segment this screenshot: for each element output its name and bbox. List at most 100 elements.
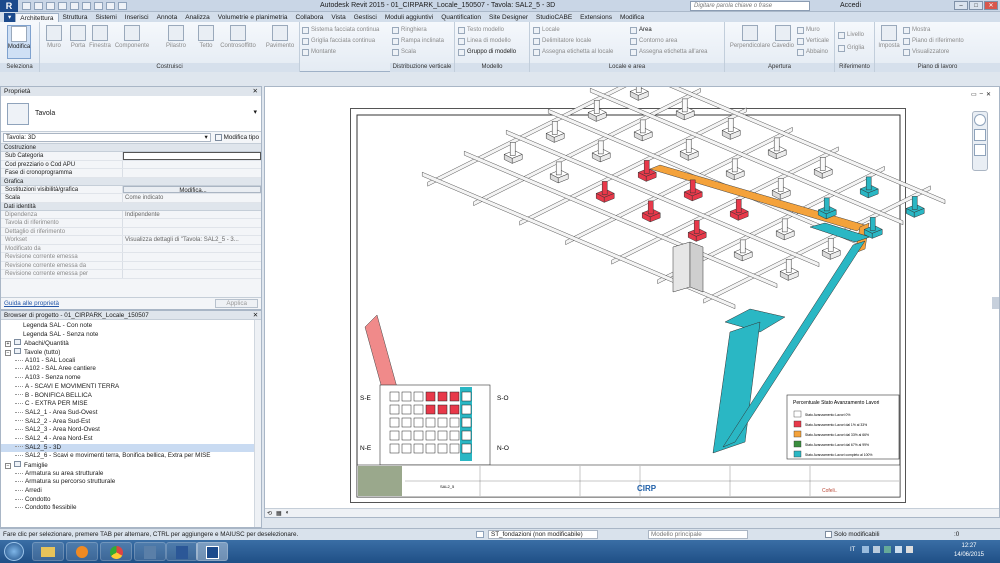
apply-button[interactable]: Applica	[215, 299, 258, 308]
steering-wheel-icon[interactable]	[974, 114, 986, 126]
browser-item[interactable]: + Abachi/Quantità	[1, 339, 261, 348]
browser-item[interactable]: − Famiglie	[1, 461, 261, 470]
component-button[interactable]: Componente	[115, 25, 149, 59]
property-value[interactable]	[123, 253, 261, 261]
browser-item[interactable]: SAL2_6 - Scavi e movimenti terra, Bonifi…	[1, 452, 261, 461]
room-separator-button[interactable]: Delimitatore locale	[533, 36, 591, 46]
type-selector[interactable]: Tavola ▾	[1, 96, 261, 132]
ribbon-tab[interactable]: Struttura	[59, 13, 92, 22]
curtain-system-button[interactable]: Sistema facciata continua	[302, 25, 379, 35]
wall-button[interactable]: Muro	[42, 25, 66, 59]
browser-item[interactable]: Arredi	[1, 487, 261, 496]
tag-area-button[interactable]: Assegna etichetta all'area	[630, 47, 708, 57]
3d-view-icon[interactable]	[106, 1, 115, 10]
ribbon-tab[interactable]: Site Designer	[485, 13, 532, 22]
ref-plane-button[interactable]: Piano di riferimento	[903, 36, 964, 46]
close-icon[interactable]: ✕	[253, 87, 258, 96]
ribbon-tab[interactable]: Collabora	[292, 13, 328, 22]
room-button[interactable]: Locale	[533, 25, 560, 35]
browser-item[interactable]: Armatura su percorso strutturale	[1, 478, 261, 487]
tag-room-button[interactable]: Assegna etichetta al locale	[533, 47, 613, 57]
model-line-button[interactable]: Linea di modello	[458, 36, 511, 46]
column-button[interactable]: Pilastro	[164, 25, 188, 59]
zoom-icon[interactable]	[974, 129, 986, 141]
grid-button[interactable]: Griglia	[838, 43, 864, 53]
mullion-button[interactable]: Montante	[302, 47, 336, 57]
search-input[interactable]: Digitare parola chiave o frase	[690, 1, 810, 11]
browser-item[interactable]: A102 - SAL Aree cantiere	[1, 365, 261, 374]
floor-button[interactable]: Pavimento	[266, 25, 294, 59]
ribbon-tab[interactable]: Quantification	[437, 13, 485, 22]
close-icon[interactable]: ✕	[986, 91, 991, 98]
by-face-button[interactable]: Perpendicolare	[730, 25, 770, 59]
taskbar-app-z[interactable]	[134, 542, 166, 561]
property-value[interactable]	[123, 161, 261, 169]
browser-item[interactable]: − Tavole (tutto)	[1, 348, 261, 357]
wall-opening-button[interactable]: Muro	[797, 25, 820, 35]
browser-item[interactable]: Condotto flessibile	[1, 504, 261, 513]
visual-style-icon[interactable]: ◐	[286, 510, 290, 516]
section-icon[interactable]	[118, 1, 127, 10]
model-text-button[interactable]: Testo modello	[458, 25, 504, 35]
detail-level-icon[interactable]: ▦	[276, 510, 282, 517]
stair-button[interactable]: Scala	[392, 47, 416, 57]
expand-icon[interactable]: +	[5, 341, 11, 348]
ribbon-tab[interactable]: StudioCABE	[532, 13, 576, 22]
undo-icon[interactable]	[46, 1, 55, 10]
browser-item[interactable]: Legenda SAL - Con note	[1, 322, 261, 331]
properties-help-link[interactable]: Guida alle proprietà	[4, 300, 59, 307]
minimize-icon[interactable]: –	[980, 91, 983, 98]
show-workplane-button[interactable]: Mostra	[903, 25, 930, 35]
model-group-button[interactable]: Gruppo di modello	[458, 47, 516, 57]
property-value[interactable]	[123, 270, 261, 278]
clock-date[interactable]: 14/06/2015	[950, 552, 988, 558]
browser-item[interactable]: SAL2_3 - Area Nord-Ovest	[1, 426, 261, 435]
volume-icon[interactable]	[906, 546, 913, 553]
restore-icon[interactable]: ▭	[971, 91, 977, 98]
level-button[interactable]: Livello	[838, 30, 864, 40]
design-option-select[interactable]: Modello principale	[648, 530, 748, 539]
property-value[interactable]	[123, 152, 261, 160]
property-section-header[interactable]: Costruzione	[1, 144, 261, 152]
tray-icon[interactable]	[873, 546, 880, 553]
ribbon-tab[interactable]: Architettura	[15, 13, 59, 22]
ramp-button[interactable]: Rampa inclinata	[392, 36, 444, 46]
ribbon-tab[interactable]: Modifica	[616, 13, 648, 22]
modify-button[interactable]: Modifica	[7, 25, 31, 59]
window-button[interactable]: Finestra	[88, 25, 112, 59]
open-icon[interactable]	[22, 1, 31, 10]
taskbar-word[interactable]	[166, 542, 198, 561]
browser-item[interactable]: A - SCAVI E MOVIMENTI TERRA	[1, 383, 261, 392]
railing-button[interactable]: Ringhiera	[392, 25, 427, 35]
taskbar-media[interactable]	[66, 542, 98, 561]
network-icon[interactable]	[895, 546, 902, 553]
save-icon[interactable]	[34, 1, 43, 10]
ribbon-tab[interactable]: Inserisci	[121, 13, 153, 22]
property-value[interactable]: Visualizza dettagli di "Tavola: SAL2_5 -…	[123, 236, 261, 244]
property-section-header[interactable]: Dati identità	[1, 202, 261, 211]
minimize-icon[interactable]: –	[954, 1, 968, 10]
ribbon-tab[interactable]: Sistemi	[91, 13, 120, 22]
property-value[interactable]: Modifica...	[123, 185, 261, 193]
measure-icon[interactable]	[82, 1, 91, 10]
editable-only-checkbox[interactable]	[825, 531, 832, 538]
ribbon-tab[interactable]: Analizza	[181, 13, 214, 22]
scale-icon[interactable]: ⟲	[267, 510, 272, 517]
roof-button[interactable]: Tetto	[194, 25, 218, 59]
ribbon-tab[interactable]: Extensions	[576, 13, 616, 22]
property-value[interactable]	[123, 219, 261, 227]
viewer-button[interactable]: Visualizzatore	[903, 47, 949, 57]
browser-scrollbar[interactable]	[254, 320, 261, 527]
property-section-header[interactable]: Grafica	[1, 177, 261, 186]
browser-item[interactable]: SAL2_4 - Area Nord-Est	[1, 435, 261, 444]
area-button[interactable]: Area	[630, 25, 652, 35]
vertical-scroll-thumb[interactable]	[992, 297, 999, 309]
browser-item[interactable]: C - EXTRA PER MISE	[1, 400, 261, 409]
active-workset-select[interactable]: ST_fondazioni (non modificabile)	[488, 530, 598, 539]
ribbon-tab[interactable]: Moduli aggiuntivi	[381, 13, 437, 22]
start-button[interactable]	[4, 542, 24, 561]
set-workplane-button[interactable]: Imposta	[877, 25, 901, 59]
instance-filter-select[interactable]: Tavola: 3D ▾	[3, 133, 211, 142]
edit-type-button[interactable]: Modifica tipo	[214, 134, 259, 141]
collapse-icon[interactable]: −	[5, 463, 11, 469]
